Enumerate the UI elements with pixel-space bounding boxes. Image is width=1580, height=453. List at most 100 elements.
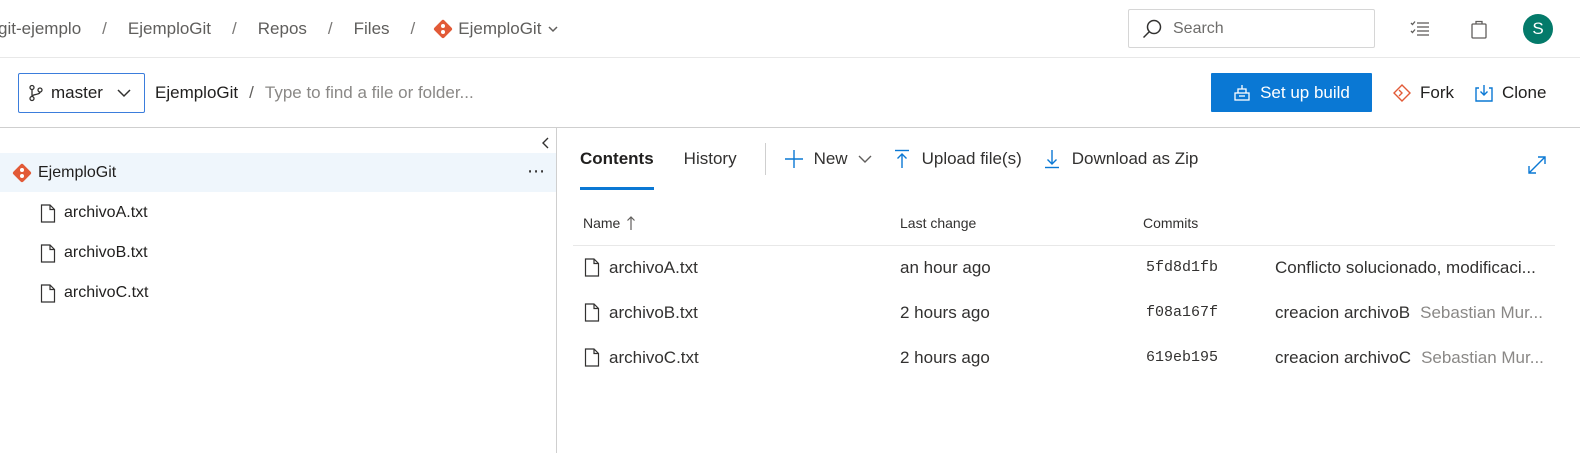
- file-name: archivoA.txt: [609, 257, 698, 277]
- commit-author: Sebastian Mur...: [1420, 302, 1543, 322]
- chevron-down-icon: [858, 155, 872, 163]
- column-header-name-label: Name: [583, 215, 621, 231]
- breadcrumb-separator: /: [232, 19, 237, 38]
- tree-item-label: archivoC.txt: [64, 284, 149, 301]
- breadcrumb-organization[interactable]: git-ejemplo: [0, 19, 83, 39]
- divider: [764, 143, 766, 175]
- repo-name: EjemploGit: [458, 19, 542, 38]
- git-repo-icon: [433, 19, 454, 39]
- path-root[interactable]: EjemploGit: [155, 83, 238, 103]
- breadcrumb-separator: /: [410, 19, 416, 38]
- commit-message: creacion archivoB: [1275, 302, 1411, 322]
- commit-message: Conflicto solucionado, modificaci...: [1275, 257, 1536, 277]
- expand-icon[interactable]: [1527, 155, 1547, 175]
- download-zip-button[interactable]: Download as Zip: [1042, 149, 1199, 169]
- download-icon: [1044, 150, 1059, 169]
- search-icon: [1142, 19, 1162, 38]
- table-row[interactable]: archivoA.txt an hour ago 5fd8d1fb Confli…: [573, 245, 1555, 290]
- column-header-name[interactable]: Name: [583, 215, 636, 231]
- tree-item-label: archivoA.txt: [64, 204, 148, 221]
- marketplace-bag-icon[interactable]: [1468, 18, 1490, 40]
- breadcrumb-separator: /: [102, 19, 107, 38]
- clone-button[interactable]: Clone: [1474, 73, 1546, 112]
- breadcrumb-repos[interactable]: Repos: [256, 19, 309, 39]
- breadcrumb-project[interactable]: EjemploGit: [126, 19, 213, 39]
- git-repo-icon: [12, 162, 32, 183]
- branch-selector[interactable]: master: [18, 73, 145, 113]
- commit-message-cell: creacion archivoB Sebastian Mur...: [1275, 290, 1555, 335]
- file-name-cell[interactable]: archivoA.txt: [584, 245, 698, 290]
- build-icon: [1234, 84, 1250, 101]
- file-icon: [40, 243, 56, 263]
- column-header-commits[interactable]: Commits: [1143, 215, 1198, 231]
- breadcrumb: git-ejemplo / EjemploGit / Repos / Files…: [0, 0, 559, 58]
- path-finder: EjemploGit /: [155, 73, 665, 113]
- breadcrumb-separator: /: [327, 19, 333, 38]
- upload-icon: [894, 149, 909, 168]
- branch-name: master: [51, 83, 103, 102]
- last-change-cell: an hour ago: [900, 257, 991, 277]
- commit-message-cell: Conflicto solucionado, modificaci...: [1275, 245, 1555, 290]
- sort-ascending-icon: [627, 216, 636, 230]
- branch-icon: [29, 84, 43, 102]
- file-name: archivoC.txt: [609, 347, 699, 367]
- table-row[interactable]: archivoC.txt 2 hours ago 619eb195 creaci…: [573, 335, 1555, 380]
- new-label: New: [813, 149, 848, 168]
- set-up-build-button[interactable]: Set up build: [1211, 73, 1372, 112]
- avatar[interactable]: S: [1523, 14, 1553, 44]
- commit-message: creacion archivoC: [1275, 347, 1412, 367]
- clone-label: Clone: [1502, 82, 1547, 102]
- more-options-icon[interactable]: ⋯: [527, 161, 546, 182]
- file-tree-panel: EjemploGit ⋯ archivoA.txt archivoB.txt a…: [0, 128, 557, 453]
- new-button[interactable]: New: [784, 149, 872, 169]
- last-change-cell: 2 hours ago: [900, 347, 990, 367]
- task-list-icon[interactable]: [1409, 18, 1431, 40]
- last-change-cell: 2 hours ago: [900, 302, 990, 322]
- tree-item-label: archivoB.txt: [64, 244, 148, 261]
- file-name: archivoB.txt: [609, 302, 698, 322]
- table-row[interactable]: archivoB.txt 2 hours ago f08a167f creaci…: [573, 290, 1555, 335]
- fork-button[interactable]: Fork: [1392, 73, 1454, 112]
- table-header: Name Last change Commits: [573, 203, 1555, 246]
- path-separator: /: [249, 83, 254, 102]
- commit-author: Sebastian Mur...: [1421, 347, 1544, 367]
- commit-id-link[interactable]: 619eb195: [1146, 335, 1218, 380]
- set-up-build-label: Set up build: [1260, 82, 1350, 102]
- upload-files-button[interactable]: Upload file(s): [892, 149, 1022, 169]
- clone-icon: [1475, 84, 1493, 102]
- download-label: Download as Zip: [1071, 149, 1199, 168]
- repo-selector[interactable]: EjemploGit: [433, 19, 559, 39]
- plus-icon: [784, 150, 803, 168]
- tree-root-label: EjemploGit: [38, 163, 117, 181]
- tab-contents[interactable]: Contents: [580, 128, 654, 190]
- upload-label: Upload file(s): [921, 149, 1022, 168]
- top-bar: git-ejemplo / EjemploGit / Repos / Files…: [0, 0, 1580, 58]
- commit-id-link[interactable]: f08a167f: [1146, 290, 1218, 335]
- search-box[interactable]: [1128, 9, 1375, 48]
- file-icon: [40, 203, 56, 223]
- path-search-input[interactable]: [264, 83, 665, 103]
- file-name-cell[interactable]: archivoB.txt: [584, 290, 698, 335]
- tree-item[interactable]: archivoB.txt: [40, 238, 148, 268]
- tree-root-repo[interactable]: EjemploGit ⋯: [0, 153, 556, 192]
- file-icon: [584, 303, 600, 322]
- search-input[interactable]: [1173, 19, 1353, 38]
- column-header-last-change[interactable]: Last change: [900, 215, 976, 231]
- commit-id-link[interactable]: 5fd8d1fb: [1146, 245, 1218, 290]
- repo-toolbar: master EjemploGit / Set up build Fork Cl…: [0, 58, 1580, 128]
- file-icon: [40, 283, 56, 303]
- tree-item[interactable]: archivoA.txt: [40, 198, 148, 228]
- breadcrumb-files[interactable]: Files: [352, 19, 392, 39]
- file-icon: [584, 348, 600, 367]
- commit-message-cell: creacion archivoC Sebastian Mur...: [1275, 335, 1555, 380]
- tab-history[interactable]: History: [684, 128, 737, 190]
- content-tabs: Contents History New Upload file(s) Down…: [580, 128, 1218, 190]
- file-name-cell[interactable]: archivoC.txt: [584, 335, 699, 380]
- tree-item[interactable]: archivoC.txt: [40, 278, 148, 308]
- fork-label: Fork: [1420, 82, 1454, 102]
- collapse-panel-icon[interactable]: [539, 136, 553, 150]
- chevron-down-icon: [548, 26, 558, 33]
- fork-icon: [1393, 83, 1411, 102]
- file-icon: [584, 258, 600, 277]
- chevron-down-icon: [117, 89, 131, 98]
